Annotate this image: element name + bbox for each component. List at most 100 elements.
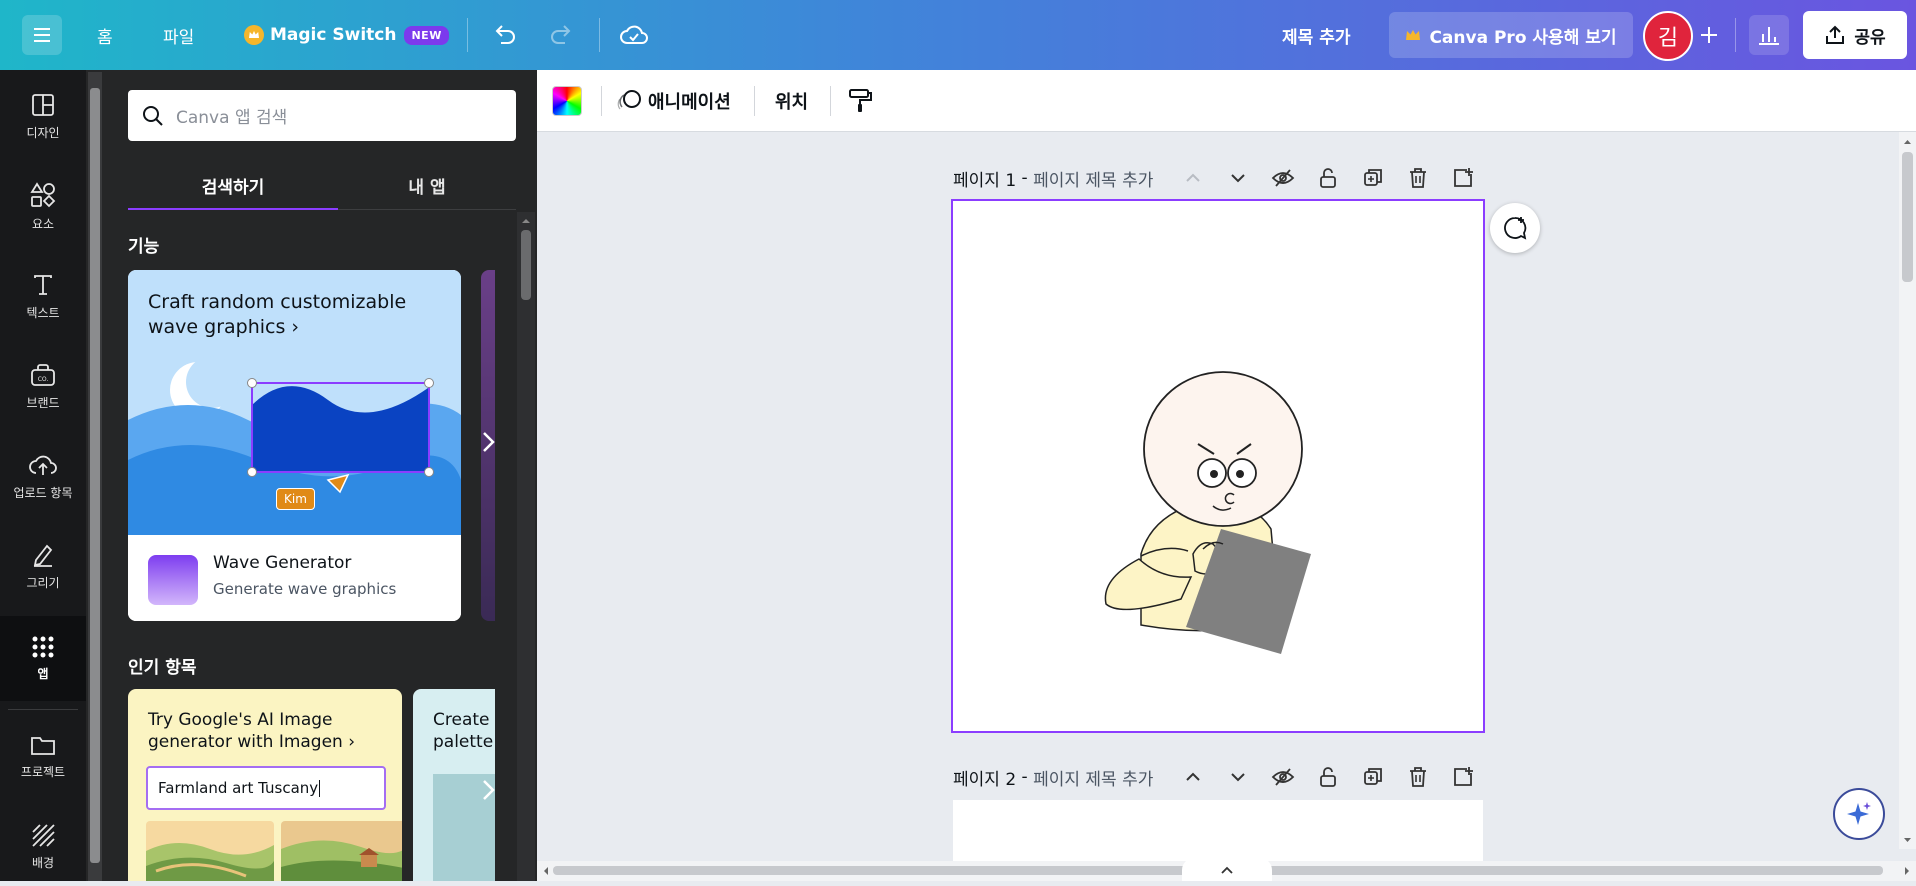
- card-headline: Try Google's AI Image generator with Ima…: [148, 710, 356, 752]
- carousel-next-button[interactable]: [480, 776, 498, 811]
- scrollbar-thumb[interactable]: [521, 230, 531, 300]
- crown-icon: [1406, 30, 1421, 40]
- chevron-right-icon: [483, 780, 495, 800]
- color-picker-button[interactable]: [552, 70, 582, 132]
- page-1-header: 페이지 1 - 페이지 제목 추가: [953, 163, 1153, 193]
- cloud-check-icon: [620, 25, 648, 44]
- imagen-card[interactable]: Try Google's AI Image generator with Ima…: [128, 689, 402, 881]
- pen-icon: [33, 544, 53, 567]
- app-search-input[interactable]: Canva 앱 검색: [128, 90, 516, 141]
- page-title-input[interactable]: 페이지 제목 추가: [1033, 166, 1153, 191]
- add-page-button[interactable]: [1440, 766, 1485, 788]
- rail-label-text: 텍스트: [26, 305, 60, 320]
- rainbow-color-swatch: [552, 86, 582, 116]
- character-illustration[interactable]: [951, 199, 1485, 733]
- position-button[interactable]: 위치: [775, 70, 808, 132]
- share-button[interactable]: 공유: [1803, 11, 1907, 59]
- menu-button[interactable]: [22, 0, 62, 70]
- magic-switch-button[interactable]: Magic Switch NEW: [244, 0, 449, 70]
- crown-icon: [244, 25, 264, 45]
- rail-item-brand[interactable]: CO. 브랜드: [0, 346, 86, 426]
- chevron-up-icon: [1221, 866, 1233, 874]
- move-page-down-button[interactable]: [1215, 169, 1260, 187]
- rail-item-draw[interactable]: 그리기: [0, 526, 86, 606]
- tab-my-apps[interactable]: 내 앱: [338, 160, 516, 210]
- share-label: 공유: [1854, 27, 1886, 48]
- delete-page-button[interactable]: [1395, 766, 1440, 788]
- move-page-down-button[interactable]: [1215, 768, 1260, 786]
- rail-divider: [8, 709, 78, 710]
- divider: [599, 18, 600, 52]
- context-toolbar: [537, 70, 1916, 132]
- prompt-input[interactable]: Farmland art Tuscany: [146, 766, 386, 810]
- rail-label-uploads: 업로드 항목: [13, 485, 73, 500]
- hide-page-button[interactable]: [1260, 168, 1305, 188]
- add-title-button[interactable]: 제목 추가: [1282, 0, 1350, 70]
- delete-page-button[interactable]: [1395, 167, 1440, 189]
- add-page-icon: [1453, 168, 1473, 187]
- add-page-button[interactable]: [1440, 167, 1485, 189]
- app-description: Generate wave graphics: [213, 580, 397, 598]
- rail-item-text[interactable]: 텍스트: [0, 256, 86, 336]
- home-link[interactable]: 홈: [97, 0, 113, 70]
- scroll-left-arrow-icon: [544, 867, 548, 875]
- unlock-icon: [1319, 767, 1336, 787]
- canvas-vertical-scrollbar[interactable]: [1899, 132, 1916, 849]
- add-comment-button[interactable]: [1490, 203, 1540, 253]
- card-illustration: Craft random customizable wave graphics …: [128, 270, 461, 535]
- copy-style-button[interactable]: [846, 70, 874, 132]
- page-title-input[interactable]: 페이지 제목 추가: [1033, 765, 1153, 790]
- lock-page-button[interactable]: [1305, 766, 1350, 788]
- cloud-save-status[interactable]: [618, 0, 650, 70]
- scrollbar-thumb[interactable]: [1902, 152, 1913, 282]
- rail-label-projects: 프로젝트: [20, 764, 66, 779]
- redo-button[interactable]: [547, 0, 577, 70]
- content-scrollbar[interactable]: [517, 212, 535, 881]
- file-menu[interactable]: 파일: [163, 0, 194, 70]
- eye-off-icon: [1271, 169, 1294, 187]
- page-1-canvas[interactable]: [951, 199, 1485, 733]
- move-page-up-button[interactable]: [1170, 768, 1215, 786]
- divider: [754, 86, 755, 116]
- share-upload-icon: [1826, 25, 1845, 44]
- tab-search[interactable]: 검색하기: [128, 160, 338, 210]
- rail-item-background[interactable]: 배경: [0, 806, 86, 886]
- insights-button[interactable]: [1749, 0, 1789, 70]
- add-collaborator-button[interactable]: [1696, 0, 1722, 70]
- chevron-right-icon: [483, 432, 495, 452]
- duplicate-page-button[interactable]: [1350, 766, 1395, 788]
- animate-button[interactable]: 애니메이션: [616, 70, 731, 132]
- lock-page-button[interactable]: [1305, 167, 1350, 189]
- rail-label-draw: 그리기: [26, 575, 60, 590]
- duplicate-page-button[interactable]: [1350, 167, 1395, 189]
- trash-icon: [1409, 168, 1426, 188]
- panel-scrollbar[interactable]: [88, 72, 102, 881]
- wave-generator-card[interactable]: Craft random customizable wave graphics …: [128, 270, 461, 621]
- brand-icon: CO.: [31, 363, 55, 386]
- rail-item-elements[interactable]: 요소: [0, 166, 86, 246]
- card-footer: Wave Generator Generate wave graphics: [128, 535, 461, 621]
- undo-button[interactable]: [489, 0, 519, 70]
- rail-label-apps: 앱: [37, 667, 49, 681]
- scrollbar-thumb[interactable]: [90, 88, 100, 863]
- move-page-up-button[interactable]: [1170, 169, 1215, 187]
- canva-assistant-button[interactable]: [1833, 788, 1885, 840]
- section-features-title: 기능: [128, 237, 160, 257]
- animation-icon: [617, 90, 641, 110]
- collaborator-cursor-label: Kim: [276, 488, 315, 510]
- try-canva-pro-button[interactable]: Canva Pro 사용해 보기: [1389, 12, 1633, 58]
- unlock-icon: [1319, 168, 1336, 188]
- chevron-down-icon: [1230, 174, 1245, 183]
- carousel-next-button[interactable]: [480, 428, 498, 463]
- rail-item-uploads[interactable]: 업로드 항목: [0, 436, 86, 516]
- active-tab-indicator: [128, 208, 338, 210]
- hide-page-button[interactable]: [1260, 767, 1305, 787]
- eye-off-icon: [1271, 768, 1294, 786]
- card-headline: Create palette: [433, 710, 493, 752]
- rail-item-apps[interactable]: 앱: [0, 616, 86, 701]
- rail-item-design[interactable]: 디자인: [0, 76, 86, 156]
- avatar[interactable]: 김: [1643, 11, 1693, 61]
- rail-item-projects[interactable]: 프로젝트: [0, 716, 86, 796]
- wave-generator-app-icon: [148, 555, 198, 605]
- show-pages-button[interactable]: [1182, 858, 1272, 881]
